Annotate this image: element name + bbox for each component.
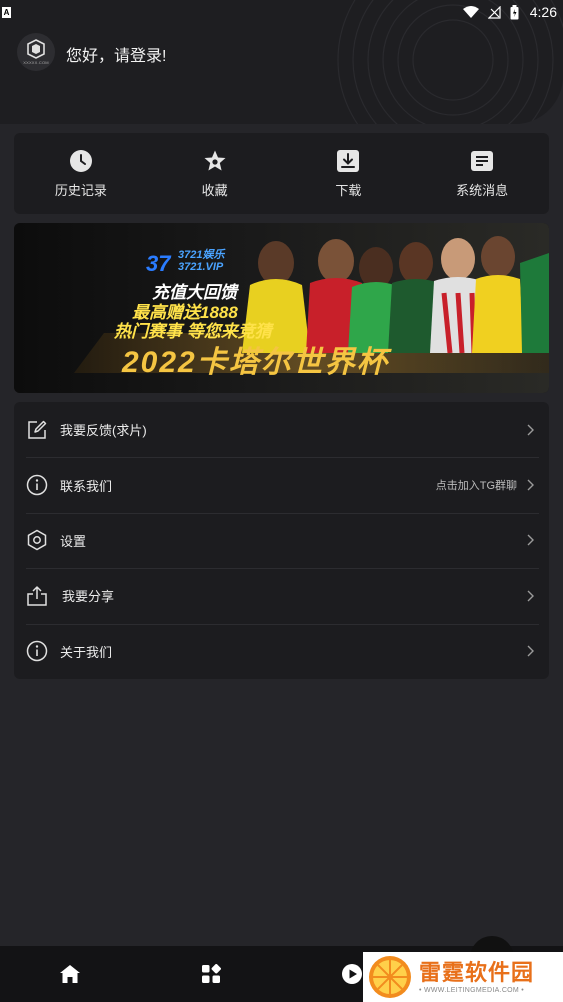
message-icon xyxy=(469,148,495,174)
status-bar: A 4:26 xyxy=(0,0,563,24)
menu-label-share: 我要分享 xyxy=(62,589,115,605)
logo-icon xyxy=(27,39,45,59)
chevron-right-icon xyxy=(527,645,534,657)
download-icon xyxy=(335,148,361,174)
play-icon xyxy=(341,964,362,984)
chevron-right-icon xyxy=(527,590,534,602)
banner-headline: 2022卡塔尔世界杯 xyxy=(122,346,389,379)
menu-label-feedback: 我要反馈(求片) xyxy=(60,423,147,439)
info-icon xyxy=(26,640,48,662)
menu-item-contact[interactable]: 联系我们 点击加入TG群聊 xyxy=(14,457,549,512)
quick-label-download: 下载 xyxy=(335,183,362,198)
watermark: 雷霆软件园 • WWW.LEITINGMEDIA.COM • xyxy=(363,952,563,1002)
menu-item-settings[interactable]: 设置 xyxy=(14,512,549,568)
chevron-right-icon xyxy=(527,534,534,546)
menu-hint-contact[interactable]: 点击加入TG群聊 xyxy=(436,477,517,493)
banner-brand-number: 37 xyxy=(146,251,171,276)
login-greeting[interactable]: 您好，请登录! xyxy=(66,42,166,66)
chevron-right-icon xyxy=(527,479,534,491)
watermark-url: • WWW.LEITINGMEDIA.COM • xyxy=(419,986,525,994)
wifi-icon xyxy=(462,5,479,18)
apps-icon xyxy=(202,964,222,983)
settings-menu: 我要反馈(求片) 联系我们 点击加入TG群聊 设置 我要分享 关于我们 xyxy=(14,402,549,679)
promo-banner[interactable]: 37 3721娱乐 3721.VIP 充值大回馈 最高赠送1888 热门赛事 等… xyxy=(14,223,549,393)
menu-label-about: 关于我们 xyxy=(60,644,113,660)
clock-time: 4:26 xyxy=(529,4,557,20)
avatar[interactable]: XXXXX.COM xyxy=(17,33,55,71)
star-icon xyxy=(202,148,228,174)
avatar-domain: XXXXX.COM xyxy=(23,60,49,65)
home-icon xyxy=(60,965,81,983)
menu-item-about[interactable]: 关于我们 xyxy=(14,623,549,679)
clock-icon xyxy=(68,148,94,174)
quick-label-messages: 系统消息 xyxy=(456,183,509,198)
no-signal-icon xyxy=(487,5,501,19)
banner-brand-title: 3721娱乐 xyxy=(178,249,225,261)
quick-item-history[interactable]: 历史记录 xyxy=(14,133,148,214)
chevron-right-icon xyxy=(527,424,534,436)
quick-item-favorites[interactable]: 收藏 xyxy=(148,133,282,214)
quick-label-history: 历史记录 xyxy=(54,183,107,198)
nav-categories[interactable] xyxy=(141,946,282,1002)
menu-label-contact: 联系我们 xyxy=(60,478,113,494)
menu-label-settings: 设置 xyxy=(60,533,87,549)
orange-slice-logo-icon xyxy=(369,956,411,998)
share-icon xyxy=(26,585,48,607)
hexagon-settings-icon xyxy=(26,529,48,551)
menu-item-share[interactable]: 我要分享 xyxy=(14,568,549,623)
nav-home[interactable] xyxy=(0,946,141,1002)
banner-brand-site: 3721.VIP xyxy=(178,261,224,273)
menu-item-feedback[interactable]: 我要反馈(求片) xyxy=(14,402,549,457)
quick-item-download[interactable]: 下载 xyxy=(282,133,416,214)
quick-item-messages[interactable]: 系统消息 xyxy=(415,133,549,214)
battery-icon xyxy=(510,4,519,19)
banner-brand-name: 3721娱乐 3721.VIP xyxy=(178,249,224,273)
notification-icon: A xyxy=(2,6,11,18)
watermark-title: 雷霆软件园 xyxy=(419,959,535,985)
edit-icon xyxy=(26,419,48,441)
info-icon xyxy=(26,474,48,496)
quick-menu: 历史记录 收藏 下载 系统消息 xyxy=(14,133,549,214)
quick-label-favorites: 收藏 xyxy=(201,183,228,198)
